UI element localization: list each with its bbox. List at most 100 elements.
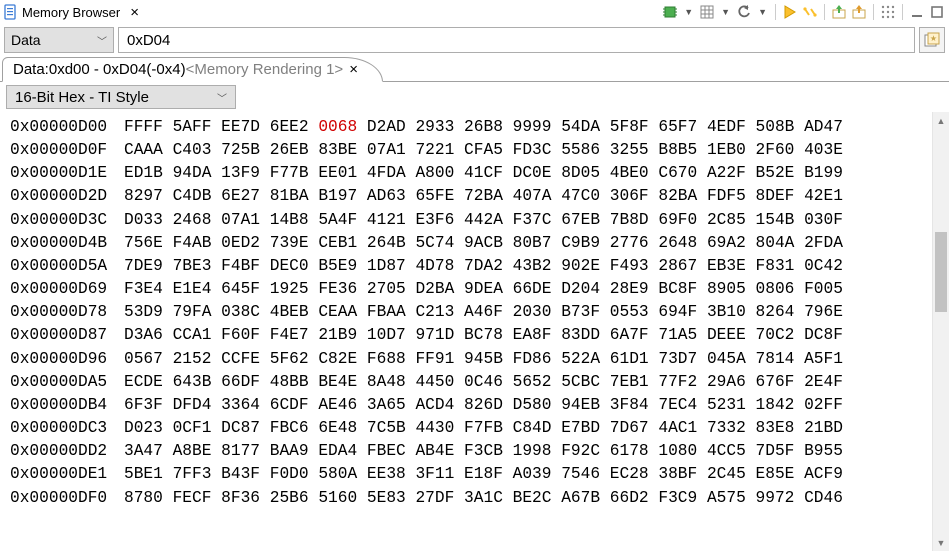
- memory-word[interactable]: 0068: [318, 118, 357, 136]
- export-icon[interactable]: [851, 4, 867, 20]
- memory-word[interactable]: CEB1: [318, 234, 357, 252]
- memory-word[interactable]: FF91: [415, 350, 454, 368]
- memory-word[interactable]: E18F: [464, 465, 503, 483]
- new-rendering-button[interactable]: ★: [919, 27, 945, 53]
- memory-word[interactable]: 1842: [756, 396, 795, 414]
- memory-word[interactable]: FDF5: [707, 187, 746, 205]
- memory-word[interactable]: 4D78: [415, 257, 454, 275]
- memory-word[interactable]: 77F2: [658, 373, 697, 391]
- memory-word[interactable]: B197: [318, 187, 357, 205]
- memory-word[interactable]: 0ED2: [221, 234, 260, 252]
- close-view-button[interactable]: ×: [124, 5, 145, 20]
- memory-word[interactable]: 045A: [707, 350, 746, 368]
- memory-word[interactable]: B199: [804, 164, 843, 182]
- memory-word[interactable]: CEAA: [318, 303, 357, 321]
- memory-word[interactable]: F7FB: [464, 419, 503, 437]
- memory-word[interactable]: FD3C: [513, 141, 552, 159]
- memory-word[interactable]: 72BA: [464, 187, 503, 205]
- memory-word[interactable]: F4AB: [173, 234, 212, 252]
- memory-word[interactable]: 7332: [707, 419, 746, 437]
- memory-word[interactable]: 6F3F: [124, 396, 163, 414]
- memory-word[interactable]: AD47: [804, 118, 843, 136]
- memory-word[interactable]: 81BA: [270, 187, 309, 205]
- memory-word[interactable]: 739E: [270, 234, 309, 252]
- memory-word[interactable]: 756E: [124, 234, 163, 252]
- memory-word[interactable]: 6E27: [221, 187, 260, 205]
- memory-word[interactable]: F0D0: [270, 465, 309, 483]
- memory-word[interactable]: 5231: [707, 396, 746, 414]
- memory-word[interactable]: 0553: [610, 303, 649, 321]
- memory-word[interactable]: 645F: [221, 280, 260, 298]
- close-rendering-button[interactable]: ×: [349, 61, 358, 78]
- memory-word[interactable]: 0C42: [804, 257, 843, 275]
- memory-word[interactable]: C9B9: [561, 234, 600, 252]
- memory-word[interactable]: 4121: [367, 211, 406, 229]
- memory-word[interactable]: D3A6: [124, 326, 163, 344]
- memory-word[interactable]: AD63: [367, 187, 406, 205]
- memory-word[interactable]: 8780: [124, 489, 163, 507]
- memory-word[interactable]: 26EB: [270, 141, 309, 159]
- memory-word[interactable]: 8297: [124, 187, 163, 205]
- memory-word[interactable]: FE36: [318, 280, 357, 298]
- memory-word[interactable]: 8D05: [561, 164, 600, 182]
- memory-word[interactable]: 21B9: [318, 326, 357, 344]
- memory-word[interactable]: 971D: [415, 326, 454, 344]
- memory-word[interactable]: F4BF: [221, 257, 260, 275]
- memory-word[interactable]: F3C9: [658, 489, 697, 507]
- memory-word[interactable]: 4CC5: [707, 442, 746, 460]
- memory-word[interactable]: 403E: [804, 141, 843, 159]
- memory-word[interactable]: 6178: [610, 442, 649, 460]
- memory-word[interactable]: 154B: [756, 211, 795, 229]
- memory-word[interactable]: 3B10: [707, 303, 746, 321]
- memory-word[interactable]: B5E9: [318, 257, 357, 275]
- memory-word[interactable]: 264B: [367, 234, 406, 252]
- memory-word[interactable]: EB3E: [707, 257, 746, 275]
- memory-word[interactable]: CCA1: [173, 326, 212, 344]
- memory-word[interactable]: 67EB: [561, 211, 600, 229]
- cols-icon[interactable]: [880, 4, 896, 20]
- memory-word[interactable]: D033: [124, 211, 163, 229]
- memory-word[interactable]: F688: [367, 350, 406, 368]
- memory-word[interactable]: 3364: [221, 396, 260, 414]
- memory-word[interactable]: 8264: [756, 303, 795, 321]
- table-icon[interactable]: [699, 4, 715, 20]
- memory-word[interactable]: D580: [513, 396, 552, 414]
- memory-word[interactable]: FBAA: [367, 303, 406, 321]
- memory-word[interactable]: E3F6: [415, 211, 454, 229]
- memory-word[interactable]: EE01: [318, 164, 357, 182]
- memory-word[interactable]: 69F0: [658, 211, 697, 229]
- memory-word[interactable]: 94DA: [173, 164, 212, 182]
- memory-word[interactable]: A8BE: [173, 442, 212, 460]
- memory-word[interactable]: 9999: [513, 118, 552, 136]
- memory-word[interactable]: CFA5: [464, 141, 503, 159]
- memory-word[interactable]: 6CDF: [270, 396, 309, 414]
- memory-word[interactable]: DC8F: [804, 326, 843, 344]
- memory-word[interactable]: 65FE: [415, 187, 454, 205]
- memory-word[interactable]: 41CF: [464, 164, 503, 182]
- dropdown-arrow-icon[interactable]: ▼: [756, 7, 769, 17]
- scroll-up-button[interactable]: ▲: [933, 112, 949, 129]
- memory-word[interactable]: F60F: [221, 326, 260, 344]
- memory-word[interactable]: 66DF: [221, 373, 260, 391]
- memory-word[interactable]: 2468: [173, 211, 212, 229]
- memory-word[interactable]: 7546: [561, 465, 600, 483]
- memory-word[interactable]: F3CB: [464, 442, 503, 460]
- memory-word[interactable]: 5C74: [415, 234, 454, 252]
- memory-word[interactable]: 7EC4: [658, 396, 697, 414]
- memory-word[interactable]: 1080: [658, 442, 697, 460]
- memory-word[interactable]: 030F: [804, 211, 843, 229]
- memory-word[interactable]: 7B8D: [610, 211, 649, 229]
- memory-word[interactable]: F493: [610, 257, 649, 275]
- maximize-icon[interactable]: [929, 4, 945, 20]
- memory-word[interactable]: 0C46: [464, 373, 503, 391]
- memory-word[interactable]: A575: [707, 489, 746, 507]
- memory-word[interactable]: 804A: [756, 234, 795, 252]
- memory-word[interactable]: 508B: [756, 118, 795, 136]
- import-icon[interactable]: [831, 4, 847, 20]
- memory-word[interactable]: 7221: [415, 141, 454, 159]
- memory-word[interactable]: FBEC: [367, 442, 406, 460]
- memory-word[interactable]: CCFE: [221, 350, 260, 368]
- memory-word[interactable]: 4450: [415, 373, 454, 391]
- memory-word[interactable]: EE38: [367, 465, 406, 483]
- memory-word[interactable]: 14B8: [270, 211, 309, 229]
